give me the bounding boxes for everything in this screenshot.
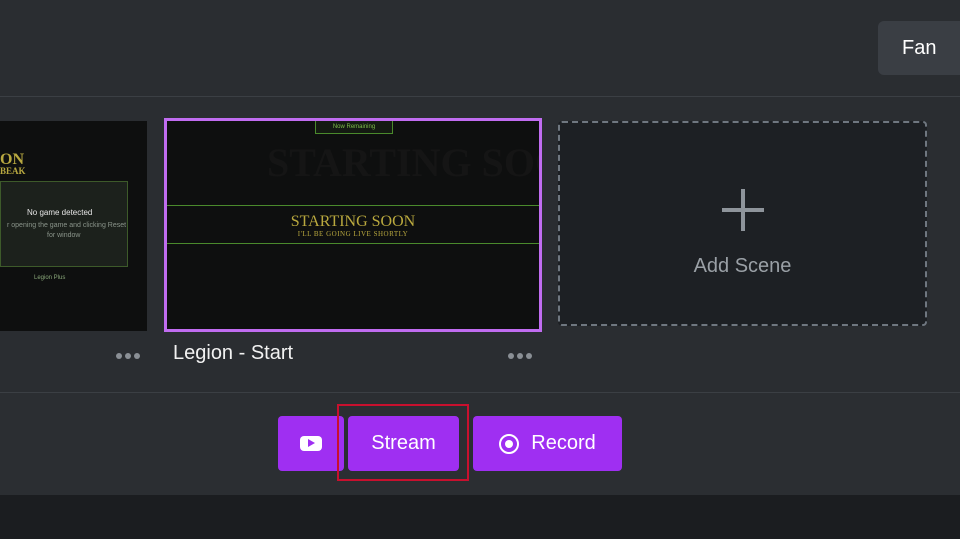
controls-bar: Stream Record (0, 392, 960, 496)
add-scene-label: Add Scene (693, 255, 792, 277)
youtube-icon (300, 436, 322, 451)
scene-name-active: Legion - Start (173, 342, 294, 364)
stream-button[interactable]: Stream (348, 416, 459, 471)
add-scene-button[interactable]: Add Scene (558, 121, 927, 326)
record-icon (499, 433, 520, 454)
overlay-tab: Now Remaining (315, 121, 393, 134)
thumb-subtitle: BEAK (0, 166, 26, 176)
top-bar: Fan (0, 0, 960, 97)
dot (517, 353, 523, 359)
dot (508, 353, 514, 359)
overlay-line-top (167, 205, 539, 206)
overlay-ghost-text: STARTING SOON (267, 140, 539, 185)
scene-thumbnail-active[interactable]: Now Remaining STARTING SOON STARTING SOO… (164, 118, 542, 332)
dot (116, 353, 122, 359)
youtube-button[interactable] (278, 416, 344, 471)
plus-icon (722, 189, 764, 231)
no-game-hint-2: for window (47, 232, 81, 239)
scene-options-previous[interactable] (116, 350, 142, 362)
scenes-panel: ON BEAK No game detected r opening the g… (0, 97, 960, 392)
dot (134, 353, 140, 359)
fan-label: Fan (902, 36, 937, 59)
dot (125, 353, 131, 359)
dot (526, 353, 532, 359)
thumb-footer-text: Legion Plus (34, 275, 66, 281)
overlay-line-bottom (167, 243, 539, 244)
no-game-text: No game detected (27, 208, 93, 217)
footer-area (0, 495, 960, 539)
stream-label: Stream (371, 432, 436, 454)
scene-options-active[interactable] (508, 350, 534, 362)
record-label: Record (531, 432, 596, 454)
scene-thumbnail-previous[interactable]: ON BEAK No game detected r opening the g… (0, 121, 147, 331)
overlay-subtitle: I'LL BE GOING LIVE SHORTLY (297, 230, 409, 238)
fan-button[interactable]: Fan (878, 21, 960, 75)
no-game-hint: r opening the game and clicking Reset (7, 222, 127, 229)
overlay-title: STARTING SOON (290, 213, 416, 230)
record-button[interactable]: Record (473, 416, 622, 471)
no-game-panel: No game detected r opening the game and … (0, 181, 128, 267)
